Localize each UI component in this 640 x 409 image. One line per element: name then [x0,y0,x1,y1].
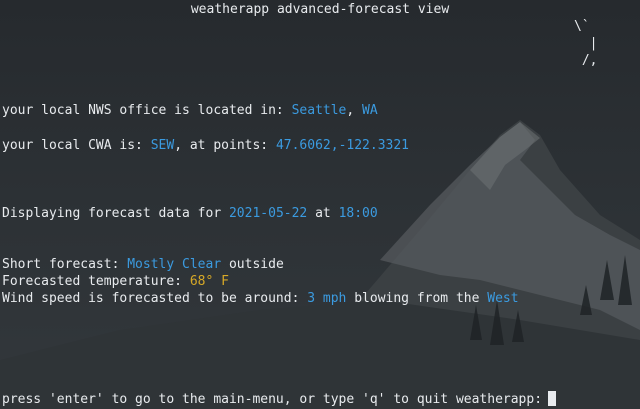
nws-office-city: Seattle [291,103,347,118]
forecast-time-mid: at [307,206,339,221]
cwa-points: 47.6062,-122.3321 [275,138,410,153]
wind-prefix: Wind speed is forecasted to be around: [2,291,308,306]
short-forecast-prefix: Short forecast: [2,257,128,272]
terminal-window[interactable]: weatherapp advanced-forecast view \` | /… [0,0,640,409]
page-title: weatherapp advanced-forecast view [190,2,450,17]
temperature-prefix: Forecasted temperature: [2,274,190,289]
forecast-time-prefix: Displaying forecast data for [2,206,229,221]
wind-mid: blowing from the [346,291,488,306]
forecast-date: 2021-05-22 [228,206,308,221]
prompt-line[interactable]: press 'enter' to go to the main-menu, or… [2,391,557,408]
prompt-text: press 'enter' to go to the main-menu, or… [2,392,543,407]
cwa-prefix: your local CWA is: [2,138,151,153]
nws-office-prefix: your local NWS office is located in: [2,103,292,118]
wind-direction: West [487,291,519,306]
nws-office-line: your local NWS office is located in: Sea… [2,102,378,119]
short-forecast-line: Short forecast: Mostly Clear outside [2,256,284,273]
nws-office-sep: , [346,103,363,118]
cwa-code: SEW [150,138,175,153]
temperature-line: Forecasted temperature: 68° F [2,273,229,290]
short-forecast-value: Mostly Clear [127,257,222,272]
nws-office-state: WA [362,103,378,118]
terminal-cursor[interactable] [548,391,557,406]
wind-speed: 3 mph [307,291,347,306]
forecast-time-line: Displaying forecast data for 2021-05-22 … [2,205,378,222]
cwa-line: your local CWA is: SEW, at points: 47.60… [2,137,409,154]
short-forecast-suffix: outside [221,257,284,272]
cwa-mid: , at points: [174,138,276,153]
wind-line: Wind speed is forecasted to be around: 3… [2,290,519,307]
forecast-hour: 18:00 [338,206,378,221]
temperature-value: 68° F [189,274,229,289]
ascii-art-icon: \` | /, [574,19,598,68]
